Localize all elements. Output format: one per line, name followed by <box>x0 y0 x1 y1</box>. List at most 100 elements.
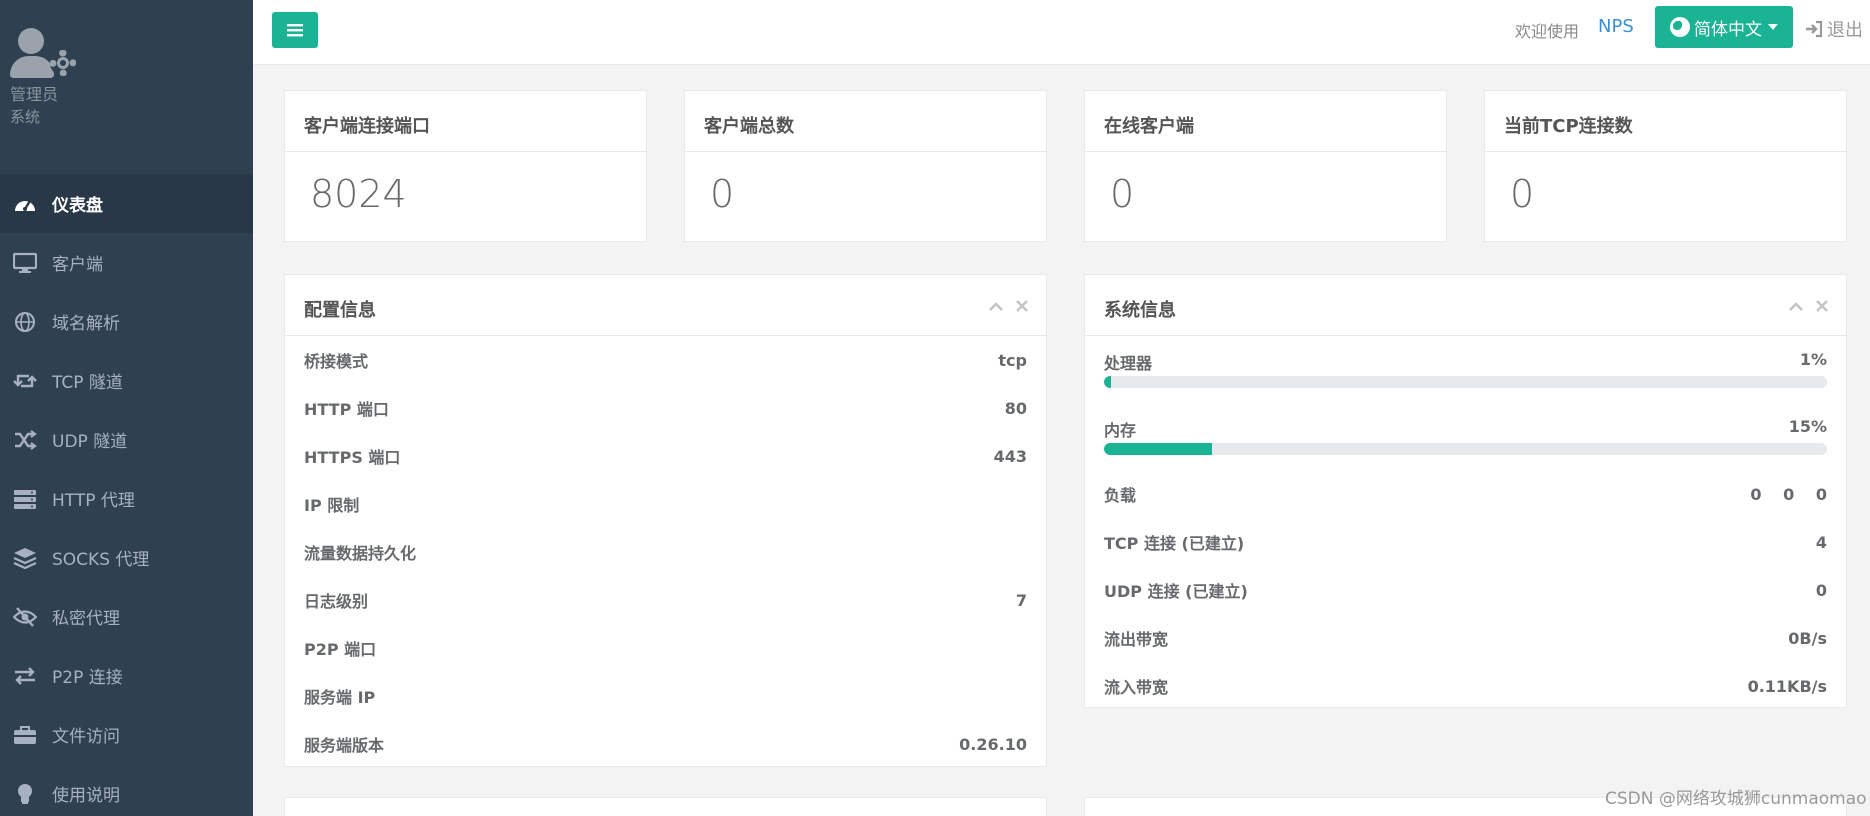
eye-slash-icon <box>12 606 38 628</box>
sidebar-item-label: TCP 隧道 <box>52 373 123 393</box>
load-label: 负载 <box>1104 486 1137 505</box>
panel-header: 系统信息 <box>1085 275 1846 336</box>
load-value-5: 0 <box>1783 484 1795 504</box>
config-row: HTTP 端口 80 <box>285 384 1046 432</box>
load-value-1: 0 <box>1750 484 1762 504</box>
stat-title: 当前TCP连接数 <box>1485 91 1846 152</box>
system-info-panel: 系统信息 处理器 1% 内存 15% 负载 0 0 0 TCP 连接 (已建立) 4 … <box>1084 274 1847 708</box>
system-label: 流出带宽 <box>1104 630 1169 649</box>
cpu-progress-fill <box>1104 376 1112 388</box>
sidebar-item-label: UDP 隧道 <box>52 432 128 452</box>
memory-label: 内存 <box>1104 421 1137 440</box>
sidebar-item-tcp[interactable]: TCP 隧道 <box>0 351 253 410</box>
memory-progress-fill <box>1104 443 1213 455</box>
menu-toggle-button[interactable] <box>272 12 318 48</box>
system-value: 0B/s <box>1788 628 1827 648</box>
system-value: 4 <box>1815 532 1827 552</box>
system-row: UDP 连接 (已建立) 0 <box>1085 566 1846 614</box>
stat-title: 客户端总数 <box>685 91 1046 152</box>
memory-value: 15% <box>1788 417 1827 436</box>
sidebar-item-p2p[interactable]: P2P 连接 <box>0 646 253 705</box>
sidebar-item-label: 域名解析 <box>52 314 120 334</box>
sidebar-nav: 仪表盘 客户端 域名解析 TCP 隧道 UDP 隧道 HTTP 代理 SOCKS… <box>0 174 253 816</box>
system-label: UDP 连接 (已建立) <box>1104 582 1248 601</box>
sidebar-item-file[interactable]: 文件访问 <box>0 705 253 764</box>
cpu-progress-track <box>1104 376 1827 388</box>
lightbulb-icon <box>12 783 38 805</box>
stat-box-client-total: 客户端总数 0 <box>684 90 1047 242</box>
sidebar-item-label: 私密代理 <box>52 609 120 629</box>
sidebar-item-socks[interactable]: SOCKS 代理 <box>0 528 253 587</box>
layers-icon <box>12 547 38 569</box>
panel-title: 配置信息 <box>304 300 376 321</box>
cpu-usage: 处理器 1% <box>1085 336 1846 403</box>
load-value-15: 0 <box>1815 484 1827 504</box>
sidebar-item-label: 仪表盘 <box>52 196 103 216</box>
stat-value: 8024 <box>310 172 407 216</box>
nps-link[interactable]: NPS <box>1598 16 1634 37</box>
briefcase-icon <box>12 724 38 746</box>
menu-icon <box>287 24 303 37</box>
sidebar-item-udp[interactable]: UDP 隧道 <box>0 410 253 469</box>
sidebar-item-label: P2P 连接 <box>52 668 123 688</box>
chevron-up-icon[interactable] <box>1788 298 1804 314</box>
stat-box-tcp-connections: 当前TCP连接数 0 <box>1484 90 1847 242</box>
config-label: 流量数据持久化 <box>304 544 417 563</box>
panel-header: 配置信息 <box>285 275 1046 336</box>
system-value: 0 <box>1815 580 1827 600</box>
stat-value: 0 <box>710 172 735 216</box>
topbar: 欢迎使用 NPS 简体中文 退出 <box>253 0 1870 65</box>
language-label: 简体中文 <box>1694 19 1762 40</box>
monitor-icon <box>12 252 38 274</box>
close-icon[interactable] <box>1014 298 1030 314</box>
config-row: 服务端 IP <box>285 672 1046 720</box>
config-label: 服务端 IP <box>304 688 376 707</box>
globe-icon <box>1670 17 1690 37</box>
load-row: 负载 0 0 0 <box>1085 470 1846 518</box>
stat-value: 0 <box>1510 172 1535 216</box>
profile-name[interactable]: 管理员 <box>10 84 253 106</box>
stat-box-client-port: 客户端连接端口 8024 <box>284 90 647 242</box>
config-value: 7 <box>1015 590 1027 610</box>
system-row: 流入带宽 0.11KB/s <box>1085 662 1846 710</box>
stat-title: 在线客户端 <box>1085 91 1446 152</box>
globe-icon <box>12 311 38 333</box>
sidebar-item-secret[interactable]: 私密代理 <box>0 587 253 646</box>
sidebar-item-label: 客户端 <box>52 255 103 275</box>
dashboard-icon <box>12 193 38 215</box>
sidebar-item-label: HTTP 代理 <box>52 491 135 511</box>
config-row: 服务端版本 0.26.10 <box>285 720 1046 768</box>
config-value: 80 <box>1004 398 1027 418</box>
memory-usage: 内存 15% <box>1085 403 1846 470</box>
random-icon <box>12 429 38 451</box>
profile: 管理员 系统 <box>0 0 253 174</box>
welcome-text: 欢迎使用 <box>1515 22 1580 41</box>
logout-link[interactable]: 退出 <box>1805 16 1863 42</box>
sidebar-item-dashboard[interactable]: 仪表盘 <box>0 174 253 233</box>
system-row: 流出带宽 0B/s <box>1085 614 1846 662</box>
chevron-up-icon[interactable] <box>988 298 1004 314</box>
sidebar-item-help[interactable]: 使用说明 <box>0 764 253 816</box>
system-label: 流入带宽 <box>1104 678 1169 697</box>
config-value: 0.26.10 <box>959 734 1027 754</box>
close-icon[interactable] <box>1814 298 1830 314</box>
sidebar-item-domain[interactable]: 域名解析 <box>0 292 253 351</box>
config-label: HTTP 端口 <box>304 400 389 419</box>
sidebar: 管理员 系统 仪表盘 客户端 域名解析 TCP 隧道 UDP 隧道 HTTP 代… <box>0 0 253 816</box>
user-gear-icon <box>10 26 76 82</box>
system-row: TCP 连接 (已建立) 4 <box>1085 518 1846 566</box>
config-label: 服务端版本 <box>304 736 385 755</box>
config-row: IP 限制 <box>285 480 1046 528</box>
stat-box-online-clients: 在线客户端 0 <box>1084 90 1447 242</box>
sidebar-item-clients[interactable]: 客户端 <box>0 233 253 292</box>
retweet-icon <box>12 370 38 392</box>
config-label: P2P 端口 <box>304 640 377 659</box>
config-label: 桥接模式 <box>304 352 369 371</box>
language-dropdown-button[interactable]: 简体中文 <box>1655 6 1793 48</box>
sidebar-item-label: 文件访问 <box>52 727 120 747</box>
sidebar-item-http[interactable]: HTTP 代理 <box>0 469 253 528</box>
config-label: IP 限制 <box>304 496 360 515</box>
memory-progress-track <box>1104 443 1827 455</box>
caret-down-icon <box>1768 24 1778 30</box>
config-row: 桥接模式 tcp <box>285 336 1046 384</box>
